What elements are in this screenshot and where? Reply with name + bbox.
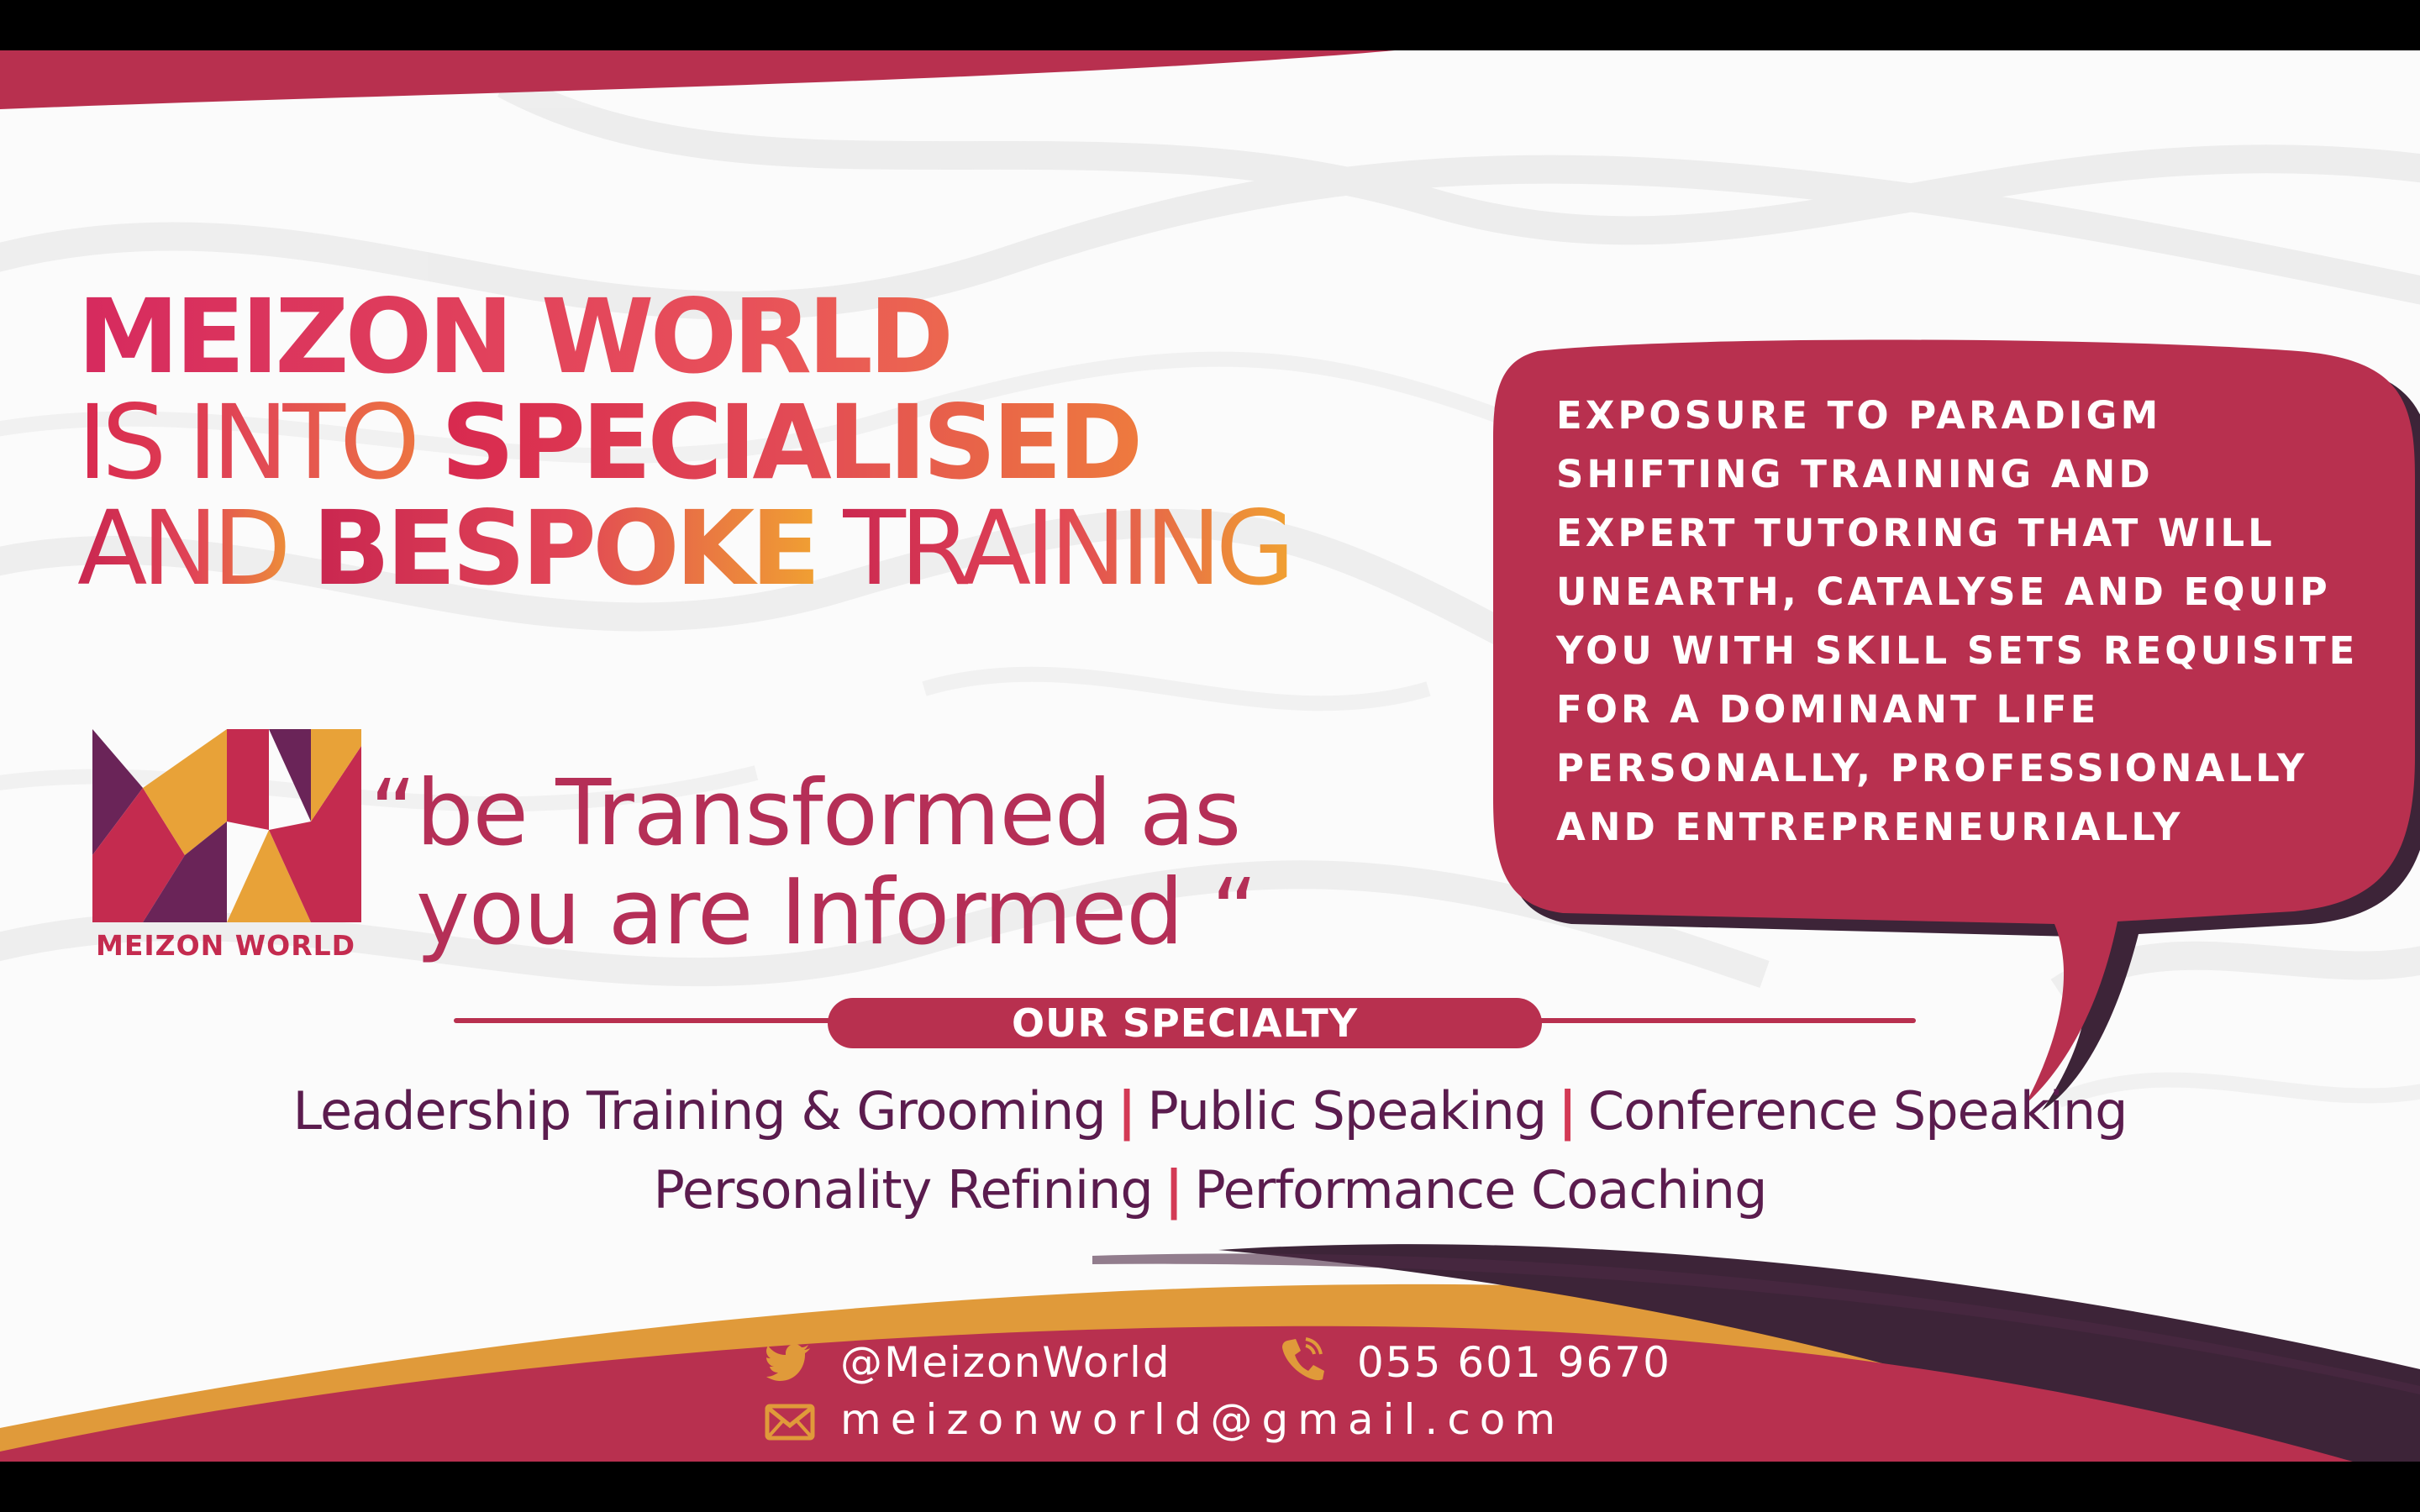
bubble-line: YOU WITH SKILL SETS REQUISITE [1556, 628, 2359, 673]
headline-line-2-prefix: IS INTO [77, 383, 441, 502]
poster-frame: MEIZON WORLD IS INTO SPECIALISED AND BES… [0, 0, 2420, 1512]
bubble-line: FOR A DOMINANT LIFE [1556, 687, 2100, 732]
specialty-separator: | [1117, 1080, 1137, 1142]
email-address[interactable]: meizonworld@gmail.com [840, 1395, 1565, 1444]
tagline-line-1: “be Transformed as [370, 761, 1241, 866]
bubble-line: AND ENTREPRENEURIALLY [1556, 805, 2184, 849]
bubble-line: PERSONALLY, PROFESSIONALLY [1556, 746, 2308, 790]
specialty-item: Public Speaking [1147, 1080, 1547, 1142]
headline-line-1: MEIZON WORLD [77, 284, 1289, 390]
headline-line-3-suffix: TRAINING [816, 489, 1295, 608]
headline-line-3-prefix: AND [77, 489, 313, 608]
bubble-line: UNEARTH, CATALYSE AND EQUIP [1556, 570, 2331, 614]
specialty-heading: OUR SPECIALTY [828, 998, 1542, 1048]
specialty-rule-left [454, 1018, 832, 1023]
mail-icon [765, 1404, 815, 1441]
phone-number[interactable]: 055 601 9670 [1357, 1338, 1671, 1387]
specialty-item: Conference Speaking [1587, 1080, 2128, 1142]
specialty-item: Leadership Training & Grooming [292, 1080, 1107, 1142]
twitter-icon [766, 1344, 810, 1381]
logo-mark-icon [92, 729, 361, 922]
poster: MEIZON WORLD IS INTO SPECIALISED AND BES… [0, 50, 2420, 1462]
tagline-line-2: you are Informed “ [416, 860, 1258, 965]
specialty-separator: | [1164, 1159, 1184, 1221]
twitter-handle[interactable]: @MeizonWorld [840, 1338, 1171, 1387]
phone-icon [1282, 1337, 1324, 1381]
specialty-row-2: Personality Refining | Performance Coachin… [0, 1159, 2420, 1221]
headline-line-2-bold: SPECIALISED [440, 383, 1144, 502]
headline: MEIZON WORLD IS INTO SPECIALISED AND BES… [77, 284, 1295, 601]
specialty-item: Performance Coaching [1194, 1159, 1767, 1221]
specialty-row-1: Leadership Training & Grooming | Public Sp… [0, 1080, 2420, 1142]
specialty-rule-right [1538, 1018, 1916, 1023]
speech-bubble-text: EXPOSURE TO PARADIGM SHIFTING TRAINING A… [1556, 386, 2380, 857]
specialty-separator: | [1558, 1080, 1577, 1142]
tagline: “be Transformed as you are Informed “ [370, 761, 1258, 965]
headline-line-3: AND BESPOKE TRAINING [77, 496, 1295, 601]
specialty-item: Personality Refining [653, 1159, 1154, 1221]
bubble-line: EXPOSURE TO PARADIGM [1556, 393, 2162, 438]
meizon-world-logo: MEIZON WORLD [92, 729, 370, 973]
logo-wordmark: MEIZON WORLD [96, 929, 356, 962]
bubble-line: SHIFTING TRAINING AND [1556, 452, 2154, 496]
bubble-line: EXPERT TUTORING THAT WILL [1556, 511, 2275, 555]
headline-line-3-bold: BESPOKE [312, 489, 820, 608]
headline-line-2: IS INTO SPECIALISED [77, 390, 1289, 496]
